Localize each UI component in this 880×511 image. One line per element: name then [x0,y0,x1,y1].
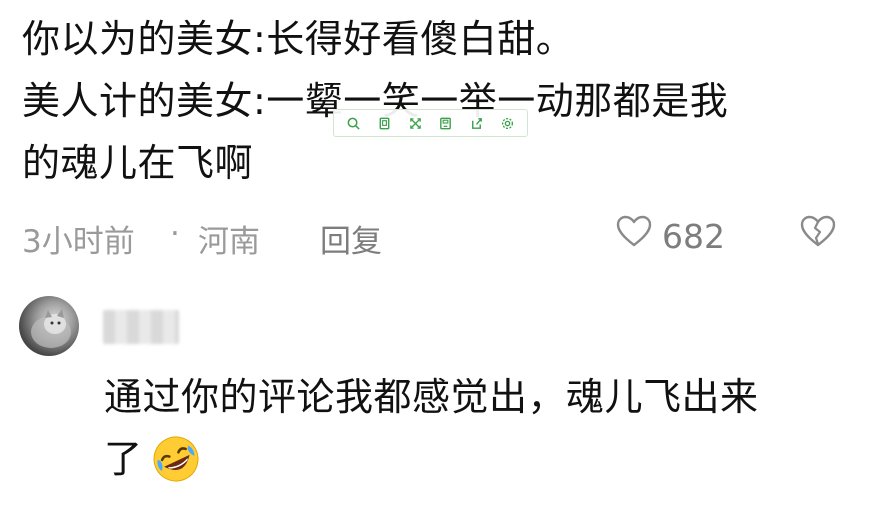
reply-button[interactable]: 回复 [320,216,382,261]
comment-thread: 你以为的美女:长得好看傻白甜。 美人计的美女:一颦一笑一举一动那都是我 的魂儿在… [0,0,880,511]
like-count: 682 [662,216,725,256]
crop-icon[interactable] [374,113,394,133]
reply-text-line-1: 通过你的评论我都感觉出，魂儿飞出来 [104,375,759,419]
comment-meta-row: 3小时前 · 河南 回复 682 [22,210,858,261]
username-redacted[interactable] [103,310,179,344]
broken-heart-icon [798,215,838,260]
avatar[interactable] [19,296,79,356]
reply-text-line-2: 了 [104,437,143,481]
heart-outline-icon [614,212,654,260]
share-icon[interactable] [467,113,487,133]
image-tool-overlay [333,109,528,137]
comment-timestamp: 3小时前 [22,224,135,260]
save-icon[interactable] [436,113,456,133]
like-button[interactable]: 682 [614,212,725,260]
comment-location: 河南 [198,224,260,260]
comment-text-line-1: 你以为的美女:长得好看傻白甜。 [22,17,575,61]
expand-icon[interactable] [405,113,425,133]
search-icon[interactable] [343,113,363,133]
reply-text-line-2-wrap: 了 [104,428,203,490]
cat-avatar-icon [31,309,71,348]
settings-icon[interactable] [498,113,518,133]
comment-text-line-3: 的魂儿在飞啊 [22,141,254,185]
laughing-emoji-icon [149,432,203,486]
meta-separator: · [170,216,180,252]
dislike-button[interactable] [798,212,838,260]
